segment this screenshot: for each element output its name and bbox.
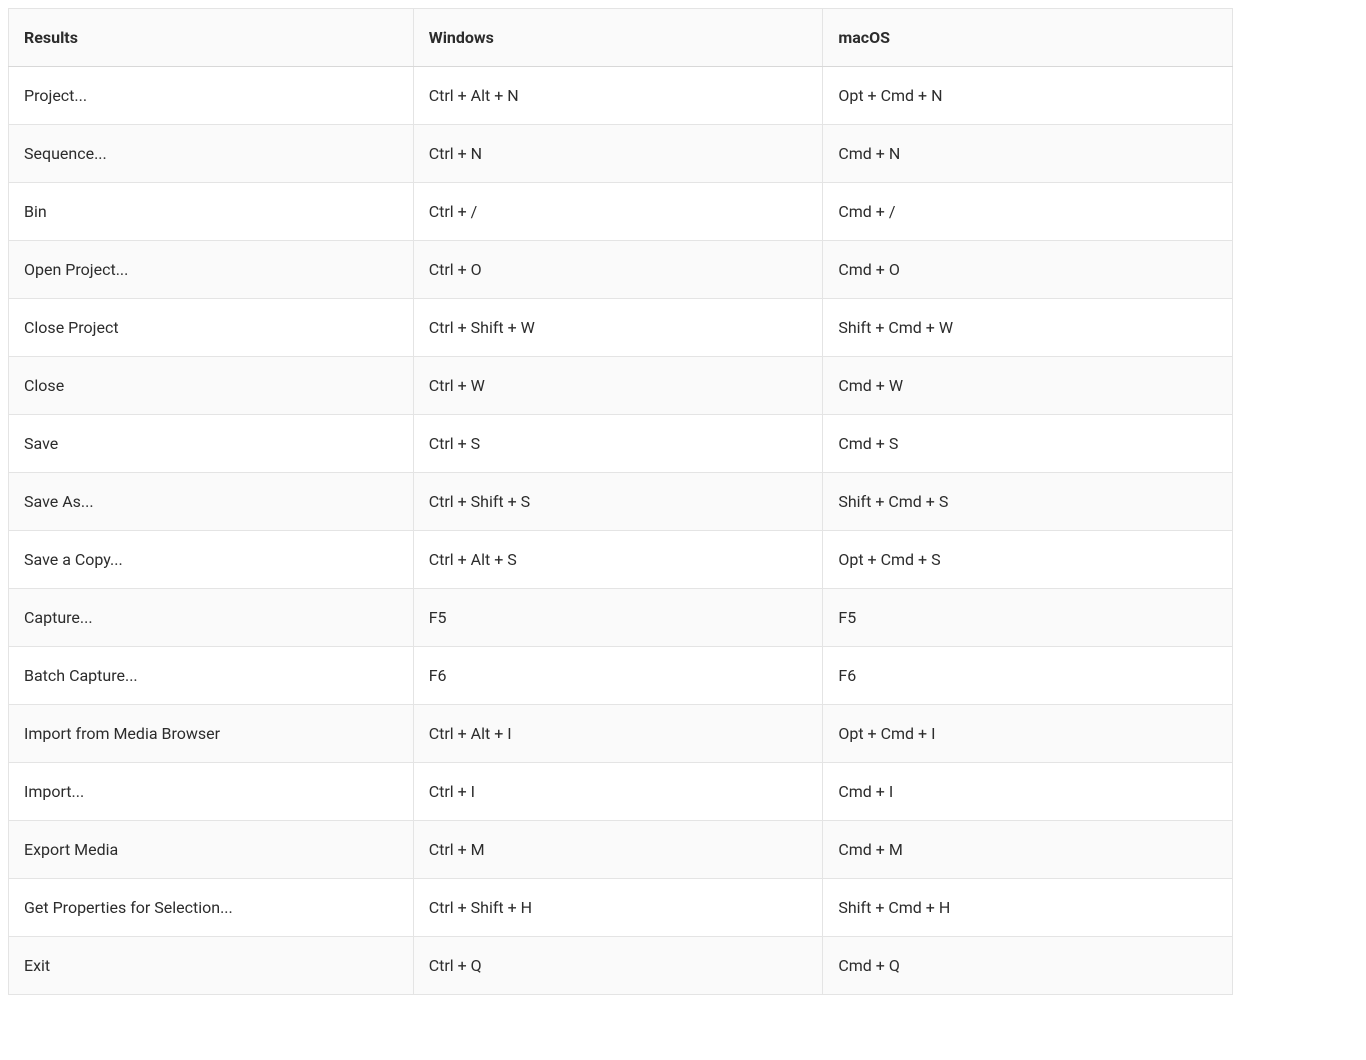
cell-windows: Ctrl + / <box>413 183 823 241</box>
cell-windows: Ctrl + Shift + S <box>413 473 823 531</box>
cell-results: Get Properties for Selection... <box>9 879 414 937</box>
cell-macos: Shift + Cmd + S <box>823 473 1233 531</box>
table-row: Close Ctrl + W Cmd + W <box>9 357 1233 415</box>
table-row: Import... Ctrl + I Cmd + I <box>9 763 1233 821</box>
table-row: Batch Capture... F6 F6 <box>9 647 1233 705</box>
cell-macos: Cmd + O <box>823 241 1233 299</box>
cell-macos: Opt + Cmd + I <box>823 705 1233 763</box>
cell-results: Import... <box>9 763 414 821</box>
col-header-results: Results <box>9 9 414 67</box>
col-header-windows: Windows <box>413 9 823 67</box>
cell-windows: F5 <box>413 589 823 647</box>
table-row: Close Project Ctrl + Shift + W Shift + C… <box>9 299 1233 357</box>
table-row: Capture... F5 F5 <box>9 589 1233 647</box>
cell-windows: F6 <box>413 647 823 705</box>
cell-macos: Opt + Cmd + S <box>823 531 1233 589</box>
cell-windows: Ctrl + Alt + N <box>413 67 823 125</box>
cell-macos: Cmd + N <box>823 125 1233 183</box>
cell-windows: Ctrl + O <box>413 241 823 299</box>
cell-macos: F5 <box>823 589 1233 647</box>
cell-results: Close Project <box>9 299 414 357</box>
cell-results: Save As... <box>9 473 414 531</box>
table-row: Save As... Ctrl + Shift + S Shift + Cmd … <box>9 473 1233 531</box>
table-row: Project... Ctrl + Alt + N Opt + Cmd + N <box>9 67 1233 125</box>
cell-macos: Opt + Cmd + N <box>823 67 1233 125</box>
cell-macos: Cmd + M <box>823 821 1233 879</box>
cell-windows: Ctrl + S <box>413 415 823 473</box>
table-row: Sequence... Ctrl + N Cmd + N <box>9 125 1233 183</box>
table-row: Get Properties for Selection... Ctrl + S… <box>9 879 1233 937</box>
cell-results: Export Media <box>9 821 414 879</box>
cell-windows: Ctrl + Shift + W <box>413 299 823 357</box>
table-row: Save a Copy... Ctrl + Alt + S Opt + Cmd … <box>9 531 1233 589</box>
cell-results: Project... <box>9 67 414 125</box>
table-row: Import from Media Browser Ctrl + Alt + I… <box>9 705 1233 763</box>
cell-macos: F6 <box>823 647 1233 705</box>
cell-windows: Ctrl + Alt + I <box>413 705 823 763</box>
cell-windows: Ctrl + Q <box>413 937 823 995</box>
cell-windows: Ctrl + N <box>413 125 823 183</box>
table-row: Save Ctrl + S Cmd + S <box>9 415 1233 473</box>
cell-macos: Cmd + / <box>823 183 1233 241</box>
table-header-row: Results Windows macOS <box>9 9 1233 67</box>
cell-results: Save a Copy... <box>9 531 414 589</box>
cell-results: Batch Capture... <box>9 647 414 705</box>
shortcuts-table: Results Windows macOS Project... Ctrl + … <box>8 8 1233 995</box>
cell-results: Close <box>9 357 414 415</box>
col-header-macos: macOS <box>823 9 1233 67</box>
cell-results: Sequence... <box>9 125 414 183</box>
table-row: Bin Ctrl + / Cmd + / <box>9 183 1233 241</box>
table-row: Open Project... Ctrl + O Cmd + O <box>9 241 1233 299</box>
table-row: Exit Ctrl + Q Cmd + Q <box>9 937 1233 995</box>
cell-results: Save <box>9 415 414 473</box>
cell-macos: Shift + Cmd + H <box>823 879 1233 937</box>
cell-windows: Ctrl + M <box>413 821 823 879</box>
cell-results: Exit <box>9 937 414 995</box>
cell-results: Import from Media Browser <box>9 705 414 763</box>
cell-results: Bin <box>9 183 414 241</box>
cell-macos: Shift + Cmd + W <box>823 299 1233 357</box>
cell-windows: Ctrl + Alt + S <box>413 531 823 589</box>
cell-windows: Ctrl + I <box>413 763 823 821</box>
cell-results: Open Project... <box>9 241 414 299</box>
table-row: Export Media Ctrl + M Cmd + M <box>9 821 1233 879</box>
cell-results: Capture... <box>9 589 414 647</box>
cell-macos: Cmd + Q <box>823 937 1233 995</box>
cell-windows: Ctrl + W <box>413 357 823 415</box>
cell-macos: Cmd + I <box>823 763 1233 821</box>
cell-windows: Ctrl + Shift + H <box>413 879 823 937</box>
cell-macos: Cmd + W <box>823 357 1233 415</box>
cell-macos: Cmd + S <box>823 415 1233 473</box>
